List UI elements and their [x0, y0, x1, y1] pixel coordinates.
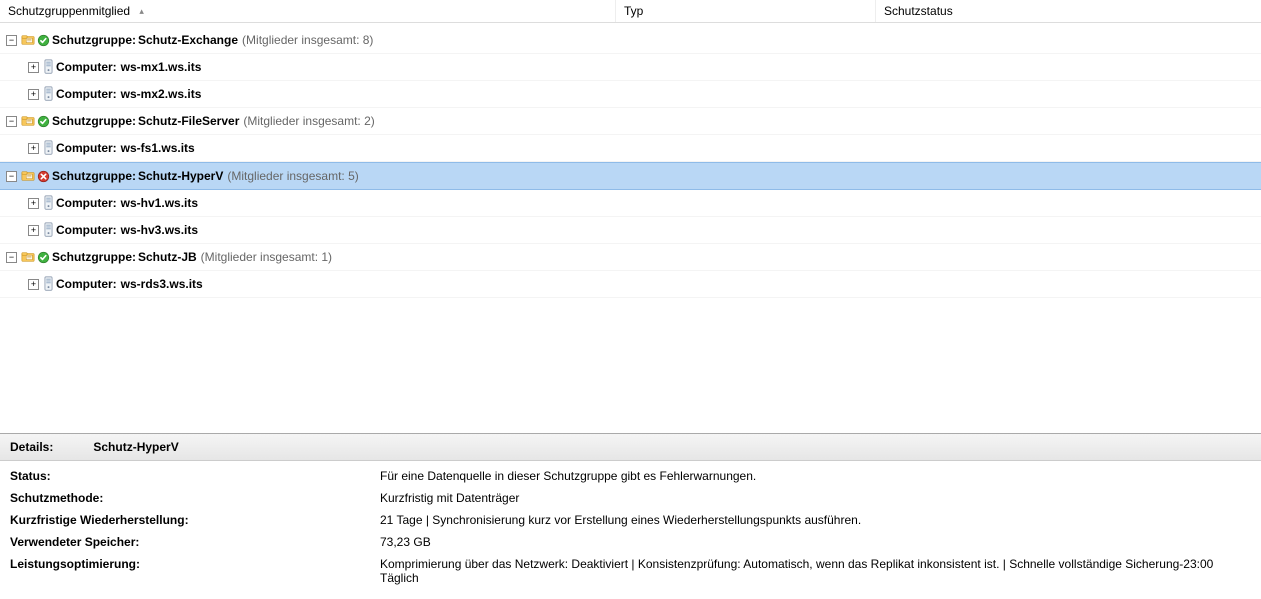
details-key: Leistungsoptimierung:: [10, 557, 380, 585]
details-header: Details: Schutz-HyperV: [0, 434, 1261, 461]
details-row: Leistungsoptimierung:Komprimierung über …: [10, 557, 1251, 585]
folder-icon: [21, 33, 35, 47]
group-name: Schutz-HyperV: [138, 163, 223, 189]
computer-prefix: Computer:: [56, 271, 117, 297]
column-header-status[interactable]: Schutzstatus: [876, 0, 1261, 22]
folder-icon: [21, 169, 35, 183]
expander-icon[interactable]: −: [6, 252, 17, 263]
group-row-exchange[interactable]: − Schutzgruppe:Schutz-Exchange(Mitgliede…: [0, 27, 1261, 54]
group-members: (Mitglieder insgesamt: 2): [243, 108, 374, 134]
details-value: Komprimierung über das Netzwerk: Deaktiv…: [380, 557, 1251, 585]
expander-icon[interactable]: +: [28, 62, 39, 73]
computer-name: ws-mx2.ws.its: [121, 81, 202, 107]
group-prefix: Schutzgruppe:: [52, 163, 136, 189]
details-key: Kurzfristige Wiederherstellung:: [10, 513, 380, 527]
expander-icon[interactable]: +: [28, 143, 39, 154]
details-row: Status:Für eine Datenquelle in dieser Sc…: [10, 469, 1251, 483]
details-key: Schutzmethode:: [10, 491, 380, 505]
group-name: Schutz-FileServer: [138, 108, 239, 134]
computer-name: ws-hv1.ws.its: [121, 190, 198, 216]
computer-name: ws-fs1.ws.its: [121, 135, 195, 161]
server-icon: [43, 222, 54, 238]
computer-prefix: Computer:: [56, 190, 117, 216]
computer-name: ws-rds3.ws.its: [121, 271, 203, 297]
details-value: 73,23 GB: [380, 535, 1251, 549]
details-row: Schutzmethode:Kurzfristig mit Datenträge…: [10, 491, 1251, 505]
computer-row[interactable]: + Computer:ws-mx2.ws.its: [0, 81, 1261, 108]
computer-row[interactable]: + Computer:ws-hv1.ws.its: [0, 190, 1261, 217]
expander-icon[interactable]: −: [6, 171, 17, 182]
group-prefix: Schutzgruppe:: [52, 27, 136, 53]
details-row: Verwendeter Speicher:73,23 GB: [10, 535, 1251, 549]
group-name: Schutz-Exchange: [138, 27, 238, 53]
group-members: (Mitglieder insgesamt: 8): [242, 27, 373, 53]
group-row-hyperv[interactable]: − Schutzgruppe:Schutz-HyperV(Mitglieder …: [0, 162, 1261, 190]
column-header-type-label: Typ: [624, 4, 643, 18]
details-row: Kurzfristige Wiederherstellung:21 Tage |…: [10, 513, 1251, 527]
column-header-type[interactable]: Typ: [616, 0, 876, 22]
computer-row[interactable]: + Computer:ws-hv3.ws.its: [0, 217, 1261, 244]
server-icon: [43, 195, 54, 211]
details-header-label: Details:: [10, 440, 53, 454]
folder-icon: [21, 250, 35, 264]
details-key: Verwendeter Speicher:: [10, 535, 380, 549]
group-row-jb[interactable]: − Schutzgruppe:Schutz-JB(Mitglieder insg…: [0, 244, 1261, 271]
group-prefix: Schutzgruppe:: [52, 108, 136, 134]
details-value: Für eine Datenquelle in dieser Schutzgru…: [380, 469, 1251, 483]
group-members: (Mitglieder insgesamt: 5): [227, 163, 358, 189]
expander-icon[interactable]: +: [28, 89, 39, 100]
group-name: Schutz-JB: [138, 244, 197, 270]
status-ok-icon: [37, 34, 50, 47]
details-body: Status:Für eine Datenquelle in dieser Sc…: [0, 461, 1261, 599]
details-value: 21 Tage | Synchronisierung kurz vor Erst…: [380, 513, 1251, 527]
group-members: (Mitglieder insgesamt: 1): [201, 244, 332, 270]
protection-tree[interactable]: − Schutzgruppe:Schutz-Exchange(Mitgliede…: [0, 23, 1261, 433]
details-value: Kurzfristig mit Datenträger: [380, 491, 1251, 505]
expander-icon[interactable]: −: [6, 35, 17, 46]
computer-prefix: Computer:: [56, 217, 117, 243]
column-header-status-label: Schutzstatus: [884, 4, 953, 18]
expander-icon[interactable]: +: [28, 225, 39, 236]
details-key: Status:: [10, 469, 380, 483]
expander-icon[interactable]: +: [28, 198, 39, 209]
server-icon: [43, 59, 54, 75]
status-error-icon: [37, 170, 50, 183]
column-header-member[interactable]: Schutzgruppenmitglied ▴: [0, 0, 616, 22]
computer-name: ws-mx1.ws.its: [121, 54, 202, 80]
computer-prefix: Computer:: [56, 54, 117, 80]
computer-row[interactable]: + Computer:ws-rds3.ws.its: [0, 271, 1261, 298]
server-icon: [43, 86, 54, 102]
status-ok-icon: [37, 115, 50, 128]
column-headers: Schutzgruppenmitglied ▴ Typ Schutzstatus: [0, 0, 1261, 23]
computer-row[interactable]: + Computer:ws-mx1.ws.its: [0, 54, 1261, 81]
group-prefix: Schutzgruppe:: [52, 244, 136, 270]
server-icon: [43, 276, 54, 292]
column-header-member-label: Schutzgruppenmitglied: [8, 4, 130, 18]
computer-name: ws-hv3.ws.its: [121, 217, 198, 243]
status-ok-icon: [37, 251, 50, 264]
server-icon: [43, 140, 54, 156]
group-row-fileserver[interactable]: − Schutzgruppe:Schutz-FileServer(Mitglie…: [0, 108, 1261, 135]
details-header-name: Schutz-HyperV: [93, 440, 178, 454]
computer-row[interactable]: + Computer:ws-fs1.ws.its: [0, 135, 1261, 162]
expander-icon[interactable]: −: [6, 116, 17, 127]
details-panel: Details: Schutz-HyperV Status:Für eine D…: [0, 433, 1261, 599]
expander-icon[interactable]: +: [28, 279, 39, 290]
sort-asc-icon: ▴: [139, 0, 144, 22]
folder-icon: [21, 114, 35, 128]
computer-prefix: Computer:: [56, 81, 117, 107]
computer-prefix: Computer:: [56, 135, 117, 161]
